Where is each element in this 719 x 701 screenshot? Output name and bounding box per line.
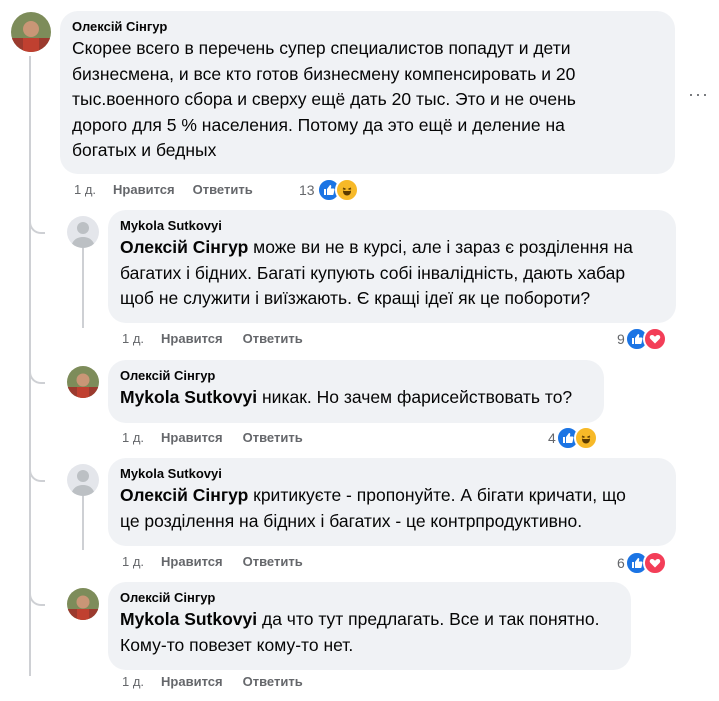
reply-button[interactable]: Ответить [243, 554, 303, 569]
thread-connector [29, 214, 45, 234]
thread-connector [29, 462, 45, 482]
reaction-count: 4 [548, 430, 556, 446]
avatar-photo-icon [11, 12, 51, 52]
comment-actions: 1 д. Нравится Ответить [122, 331, 303, 346]
comment-author[interactable]: Олексій Сінгур [120, 368, 592, 384]
reaction-summary[interactable]: 4 [548, 426, 598, 450]
comment-bubble: Олексій Сінгур Mykola Sutkovyi да что ту… [108, 582, 631, 670]
comment-bubble: Олексій Сінгур Mykola Sutkovyi никак. Но… [108, 360, 604, 423]
avatar[interactable] [67, 216, 99, 248]
comment-text: Олексій Сінгур критикуєте - пропонуйте. … [120, 485, 626, 531]
comment-author[interactable]: Mykola Sutkovyi [120, 466, 664, 482]
comment-age[interactable]: 1 д. [74, 182, 96, 197]
comment-text: Скорее всего в перечень супер специалист… [72, 38, 576, 160]
mention-link[interactable]: Олексій Сінгур [120, 237, 248, 257]
comment-actions: 1 д. Нравится Ответить [122, 674, 303, 689]
reply-thread-line [82, 248, 84, 328]
comment-bubble: Олексій Сінгур Скорее всего в перечень с… [60, 11, 675, 174]
comment-age[interactable]: 1 д. [122, 554, 144, 569]
avatar-photo-icon [67, 366, 99, 398]
avatar[interactable] [67, 588, 99, 620]
haha-icon [573, 426, 598, 450]
heart-icon [642, 327, 667, 351]
like-button[interactable]: Нравится [161, 674, 223, 689]
haha-icon [334, 178, 359, 202]
comment-text: Mykola Sutkovyi никак. Но зачем фарисейс… [120, 387, 573, 407]
like-button[interactable]: Нравится [161, 331, 223, 346]
comment-author[interactable]: Олексій Сінгур [120, 590, 619, 606]
reply-button[interactable]: Ответить [193, 182, 253, 197]
comment-age[interactable]: 1 д. [122, 674, 144, 689]
comment-age[interactable]: 1 д. [122, 430, 144, 445]
default-avatar-icon [67, 216, 99, 248]
reaction-count: 13 [299, 182, 315, 198]
reaction-summary[interactable]: 13 [299, 178, 359, 202]
comment-age[interactable]: 1 д. [122, 331, 144, 346]
heart-icon [642, 551, 667, 575]
comment-actions: 1 д. Нравится Ответить [122, 554, 303, 569]
comment-bubble: Mykola Sutkovyi Олексій Сінгур критикуєт… [108, 458, 676, 546]
reaction-summary[interactable]: 6 [617, 551, 667, 575]
comment-actions: 1 д. Нравится Ответить [122, 430, 303, 445]
reaction-count: 9 [617, 331, 625, 347]
comment-author[interactable]: Олексій Сінгур [72, 19, 663, 35]
comment-bubble: Mykola Sutkovyi Олексій Сінгур може ви н… [108, 210, 676, 323]
comment-actions: 1 д. Нравится Ответить [74, 182, 253, 197]
mention-link[interactable]: Олексій Сінгур [120, 485, 248, 505]
reply-button[interactable]: Ответить [243, 430, 303, 445]
avatar[interactable] [11, 12, 51, 52]
like-button[interactable]: Нравится [161, 554, 223, 569]
reply-thread-line [82, 496, 84, 550]
comment-text: Mykola Sutkovyi да что тут предлагать. В… [120, 609, 600, 655]
avatar-photo-icon [67, 588, 99, 620]
avatar[interactable] [67, 366, 99, 398]
reaction-summary[interactable]: 9 [617, 327, 667, 351]
thread-connector [29, 586, 45, 606]
thread-connector [29, 364, 45, 384]
mention-link[interactable]: Mykola Sutkovyi [120, 387, 257, 407]
like-button[interactable]: Нравится [113, 182, 175, 197]
reply-button[interactable]: Ответить [243, 674, 303, 689]
default-avatar-icon [67, 464, 99, 496]
comment-text: Олексій Сінгур може ви не в курсі, але і… [120, 237, 633, 308]
avatar[interactable] [67, 464, 99, 496]
like-button[interactable]: Нравится [161, 430, 223, 445]
comment-author[interactable]: Mykola Sutkovyi [120, 218, 664, 234]
mention-link[interactable]: Mykola Sutkovyi [120, 609, 257, 629]
reaction-count: 6 [617, 555, 625, 571]
more-options-icon[interactable]: ··· [688, 84, 709, 105]
reply-button[interactable]: Ответить [243, 331, 303, 346]
